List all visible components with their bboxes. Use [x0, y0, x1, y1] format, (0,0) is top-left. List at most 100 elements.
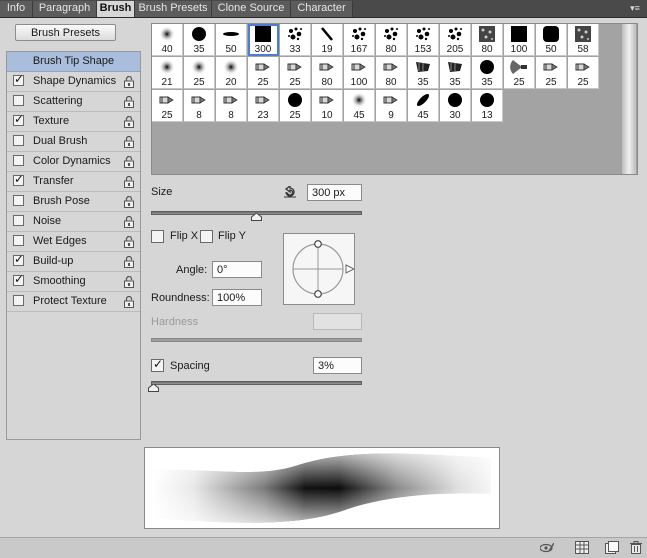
- spacing-checkbox[interactable]: [151, 357, 164, 372]
- option-smoothing-checkbox[interactable]: [13, 272, 24, 286]
- brush-tip-preset[interactable]: 50: [536, 24, 567, 56]
- brush-tip-preset[interactable]: 25: [536, 57, 567, 89]
- brush-tip-preset[interactable]: 35: [440, 57, 471, 89]
- brush-tip-preset[interactable]: 19: [312, 24, 343, 56]
- brush-tip-preset[interactable]: 30: [440, 90, 471, 122]
- brush-tip-preset[interactable]: 9: [376, 90, 407, 122]
- option-scattering[interactable]: Scattering: [7, 92, 140, 112]
- option-shape-dynamics-checkbox[interactable]: [13, 72, 24, 86]
- brush-tip-preset[interactable]: 33: [280, 24, 311, 56]
- brush-tip-preset[interactable]: 8: [216, 90, 247, 122]
- brush-tip-preset[interactable]: 35: [408, 57, 439, 89]
- option-brush-pose[interactable]: Brush Pose: [7, 192, 140, 212]
- brush-tip-preset[interactable]: 21: [152, 57, 183, 89]
- option-texture[interactable]: Texture: [7, 112, 140, 132]
- brush-tip-preset[interactable]: 50: [216, 24, 247, 56]
- option-dual-brush[interactable]: Dual Brush: [7, 132, 140, 152]
- brush-tip-preset[interactable]: 45: [408, 90, 439, 122]
- brush-tip-preset[interactable]: 100: [504, 24, 535, 56]
- size-field[interactable]: 300 px: [307, 184, 362, 201]
- option-protect-texture[interactable]: Protect Texture: [7, 292, 140, 312]
- angle-field[interactable]: 0°: [212, 261, 262, 278]
- option-transfer-checkbox[interactable]: [13, 172, 24, 186]
- reset-size-icon[interactable]: [283, 186, 297, 198]
- lock-icon[interactable]: [124, 136, 134, 148]
- lock-icon[interactable]: [124, 96, 134, 108]
- brush-tip-preset[interactable]: 35: [184, 24, 215, 56]
- lock-icon[interactable]: [124, 76, 134, 88]
- brush-tip-preset[interactable]: 25: [280, 57, 311, 89]
- brush-tip-preset[interactable]: 80: [376, 57, 407, 89]
- brush-tip-preset[interactable]: 300: [248, 24, 279, 56]
- tab-brush[interactable]: Brush: [97, 1, 135, 17]
- option-brush-pose-checkbox[interactable]: [13, 195, 24, 206]
- option-build-up-checkbox[interactable]: [13, 252, 24, 266]
- option-smoothing[interactable]: Smoothing: [7, 272, 140, 292]
- option-texture-checkbox[interactable]: [13, 112, 24, 126]
- lock-icon[interactable]: [124, 256, 134, 268]
- brush-tip-preset[interactable]: 40: [152, 24, 183, 56]
- option-noise-checkbox[interactable]: [13, 215, 24, 226]
- option-color-dynamics[interactable]: Color Dynamics: [7, 152, 140, 172]
- brush-tip-preset[interactable]: 13: [472, 90, 503, 122]
- lock-icon[interactable]: [124, 276, 134, 288]
- option-noise[interactable]: Noise: [7, 212, 140, 232]
- option-color-dynamics-checkbox[interactable]: [13, 155, 24, 166]
- brush-presets-button[interactable]: Brush Presets: [15, 24, 116, 41]
- option-shape-dynamics[interactable]: Shape Dynamics: [7, 72, 140, 92]
- brush-tip-preset[interactable]: 80: [376, 24, 407, 56]
- angle-roundness-dial[interactable]: [284, 234, 356, 304]
- brush-tip-preset[interactable]: 35: [472, 57, 503, 89]
- brush-tip-preset[interactable]: 58: [568, 24, 599, 56]
- option-wet-edges[interactable]: Wet Edges: [7, 232, 140, 252]
- brush-grid-scrollbar[interactable]: [622, 24, 636, 174]
- brush-tip-preset[interactable]: 8: [184, 90, 215, 122]
- flip-x-checkbox[interactable]: [151, 230, 164, 243]
- brush-tip-preset[interactable]: 205: [440, 24, 471, 56]
- lock-icon[interactable]: [124, 236, 134, 248]
- brush-tip-preset[interactable]: 80: [312, 57, 343, 89]
- brush-tip-preset[interactable]: 23: [248, 90, 279, 122]
- option-wet-edges-checkbox[interactable]: [13, 235, 24, 246]
- grid-panel-icon[interactable]: [575, 541, 589, 554]
- tab-clone-source[interactable]: Clone Source: [212, 1, 291, 17]
- brush-tip-preset[interactable]: 80: [472, 24, 503, 56]
- roundness-field[interactable]: 100%: [212, 289, 262, 306]
- lock-icon[interactable]: [124, 116, 134, 128]
- option-brush-tip-shape[interactable]: Brush Tip Shape: [7, 52, 140, 72]
- brush-tip-preset[interactable]: 25: [568, 57, 599, 89]
- lock-icon[interactable]: [124, 196, 134, 208]
- eye-brush-icon[interactable]: [540, 541, 554, 554]
- brush-tip-preset[interactable]: 45: [344, 90, 375, 122]
- brush-tip-preset[interactable]: 10: [312, 90, 343, 122]
- brush-tip-preset[interactable]: 25: [248, 57, 279, 89]
- brush-tip-preset[interactable]: 167: [344, 24, 375, 56]
- option-protect-texture-checkbox[interactable]: [13, 295, 24, 306]
- panel-menu-icon[interactable]: ▾≡: [627, 2, 643, 14]
- spacing-field[interactable]: 3%: [313, 357, 362, 374]
- spacing-slider[interactable]: [151, 381, 362, 385]
- option-transfer[interactable]: Transfer: [7, 172, 140, 192]
- brush-tip-preset[interactable]: 20: [216, 57, 247, 89]
- spacing-slider-thumb[interactable]: [147, 384, 159, 392]
- size-slider-thumb[interactable]: [251, 213, 262, 221]
- brush-tip-preset[interactable]: 100: [344, 57, 375, 89]
- lock-icon[interactable]: [124, 176, 134, 188]
- lock-icon[interactable]: [124, 156, 134, 168]
- flip-y-checkbox[interactable]: [200, 230, 213, 243]
- tab-character[interactable]: Character: [291, 1, 353, 17]
- angle-roundness-widget[interactable]: [283, 233, 356, 305]
- lock-icon[interactable]: [124, 216, 134, 228]
- option-dual-brush-checkbox[interactable]: [13, 135, 24, 146]
- tab-paragraph[interactable]: Paragraph: [33, 1, 97, 17]
- tab-brush-presets[interactable]: Brush Presets: [135, 1, 212, 17]
- brush-tip-preset[interactable]: 25: [184, 57, 215, 89]
- tab-info[interactable]: Info: [0, 1, 33, 17]
- brush-tip-preset[interactable]: 25: [280, 90, 311, 122]
- brush-tip-preset[interactable]: 153: [408, 24, 439, 56]
- brush-tip-preset[interactable]: 25: [504, 57, 535, 89]
- brush-tip-preset[interactable]: 25: [152, 90, 183, 122]
- lock-icon[interactable]: [124, 296, 134, 308]
- new-preset-icon[interactable]: [605, 541, 619, 554]
- option-build-up[interactable]: Build-up: [7, 252, 140, 272]
